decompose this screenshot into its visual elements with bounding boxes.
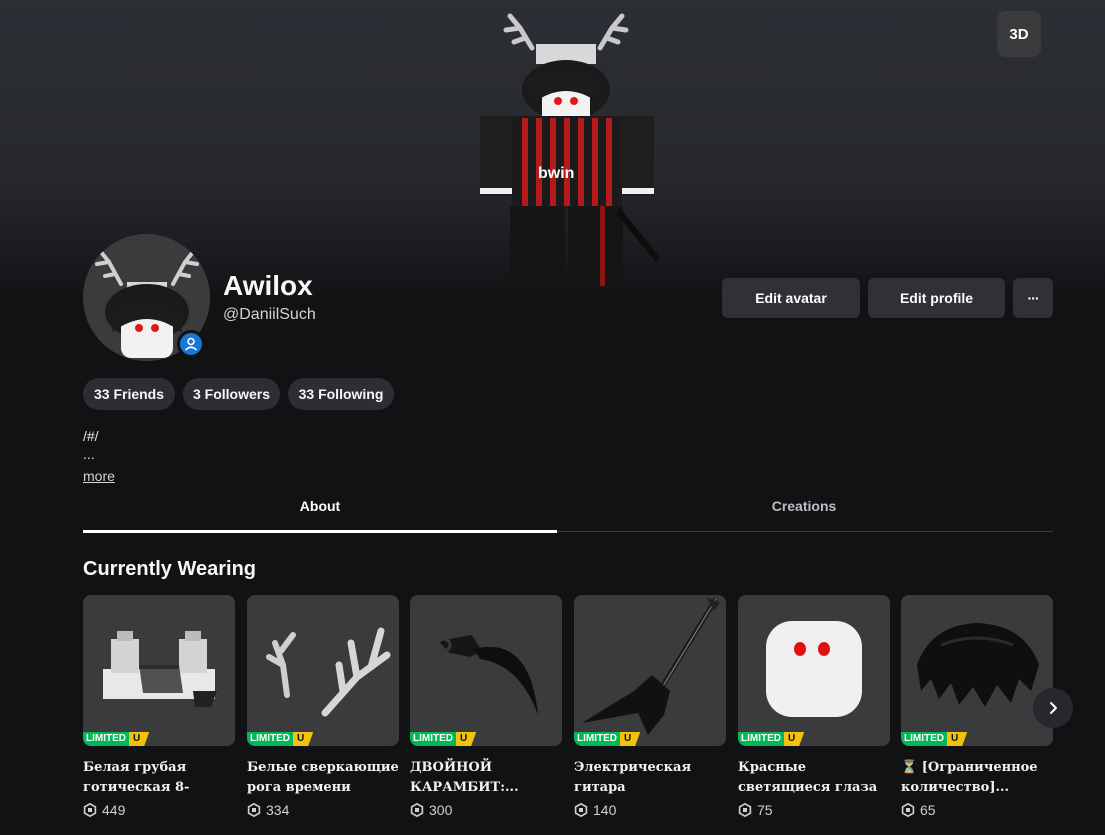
- limited-badge: LIMITED U: [410, 732, 477, 746]
- item-price-value: 334: [266, 802, 290, 818]
- item-price-value: 140: [593, 802, 617, 818]
- item-price-value: 75: [757, 802, 773, 818]
- item-name: Белые сверкающие рога времени: [247, 760, 399, 795]
- item-price: 449: [83, 802, 235, 818]
- robux-icon: [901, 803, 915, 817]
- item-name: Электрическая гитара: [574, 760, 692, 795]
- limited-badge: LIMITED U: [901, 732, 968, 746]
- item-price: 334: [247, 802, 399, 818]
- antlers-image: [266, 627, 391, 717]
- limited-badge: LIMITED U: [83, 732, 150, 746]
- unique-label: U: [456, 732, 477, 746]
- item-name: ДВОЙНОЙ КАРАМБИТ:...: [410, 760, 519, 795]
- item-price: 140: [574, 802, 726, 818]
- more-options-button[interactable]: ···: [1013, 278, 1053, 318]
- display-name: Awilox: [223, 270, 313, 301]
- wearing-item-card[interactable]: LIMITED U Белые сверкающие рога времени …: [247, 595, 399, 818]
- username: @DaniilSuch: [223, 306, 316, 323]
- item-name: Белая грубая готическая 8-битная...: [83, 760, 190, 795]
- friends-count-chip[interactable]: 33 Friends: [83, 378, 175, 410]
- limited-label: LIMITED: [574, 732, 620, 746]
- robux-icon: [83, 803, 97, 817]
- limited-label: LIMITED: [738, 732, 784, 746]
- online-status-badge: [177, 330, 205, 358]
- wearing-item-card[interactable]: LIMITED U Белая грубая готическая 8-битн…: [83, 595, 235, 818]
- item-price: 300: [410, 802, 562, 818]
- item-thumbnail: LIMITED U: [901, 595, 1053, 746]
- tab-about[interactable]: About: [83, 498, 557, 514]
- unique-label: U: [620, 732, 641, 746]
- svg-text:bwin: bwin: [538, 165, 574, 182]
- limited-label: LIMITED: [83, 732, 129, 746]
- limited-badge: LIMITED U: [247, 732, 314, 746]
- bio-text-line: /#/: [83, 428, 99, 444]
- user-icon: [184, 337, 198, 351]
- robux-icon: [247, 803, 261, 817]
- limited-badge: LIMITED U: [738, 732, 805, 746]
- unique-label: U: [947, 732, 968, 746]
- wearing-item-card[interactable]: LIMITED U ДВОЙНОЙ КАРАМБИТ:... 300: [410, 595, 562, 818]
- avatar-3d-figure: bwin: [480, 13, 660, 286]
- carousel-next-button[interactable]: [1033, 688, 1073, 728]
- item-thumbnail: LIMITED U: [738, 595, 890, 746]
- item-price: 65: [901, 802, 1053, 818]
- black-hair-image: [917, 623, 1039, 707]
- unique-label: U: [129, 732, 150, 746]
- view-3d-toggle-button[interactable]: 3D: [997, 11, 1041, 57]
- wearing-item-card[interactable]: LIMITED U ⏳ [Ограниченное количество]...…: [901, 595, 1053, 818]
- electric-guitar-image: [582, 597, 720, 735]
- item-name: ⏳ [Ограниченное количество]...: [901, 760, 1038, 795]
- gothic-crown-image: [103, 631, 217, 707]
- followers-count-chip[interactable]: 3 Followers: [183, 378, 280, 410]
- edit-profile-button[interactable]: Edit profile: [868, 278, 1005, 318]
- item-name: Красные светящиеся глаза: [738, 760, 878, 795]
- currently-wearing-heading: Currently Wearing: [83, 558, 256, 580]
- robux-icon: [738, 803, 752, 817]
- karambit-knife-image: [436, 635, 538, 715]
- item-thumbnail: LIMITED U: [574, 595, 726, 746]
- limited-badge: LIMITED U: [574, 732, 641, 746]
- item-thumbnail: LIMITED U: [247, 595, 399, 746]
- item-thumbnail: LIMITED U: [83, 595, 235, 746]
- robux-icon: [410, 803, 424, 817]
- bio-text-line: ...: [83, 446, 95, 462]
- item-price-value: 449: [102, 802, 126, 818]
- item-thumbnail: LIMITED U: [410, 595, 562, 746]
- item-price: 75: [738, 802, 890, 818]
- limited-label: LIMITED: [247, 732, 293, 746]
- following-count-chip[interactable]: 33 Following: [288, 378, 394, 410]
- limited-label: LIMITED: [901, 732, 947, 746]
- robux-icon: [574, 803, 588, 817]
- edit-avatar-button[interactable]: Edit avatar: [722, 278, 860, 318]
- red-eyes-head-image: [766, 621, 862, 717]
- chevron-right-icon: [1050, 702, 1057, 714]
- wearing-item-card[interactable]: LIMITED U Электрическая гитара 140: [574, 595, 726, 818]
- item-price-value: 65: [920, 802, 936, 818]
- unique-label: U: [293, 732, 314, 746]
- unique-label: U: [784, 732, 805, 746]
- bio-more-link[interactable]: more: [83, 468, 115, 484]
- limited-label: LIMITED: [410, 732, 456, 746]
- tab-creations[interactable]: Creations: [567, 498, 1041, 514]
- item-price-value: 300: [429, 802, 453, 818]
- active-tab-indicator: [83, 530, 557, 533]
- wearing-item-card[interactable]: LIMITED U Красные светящиеся глаза 75: [738, 595, 890, 818]
